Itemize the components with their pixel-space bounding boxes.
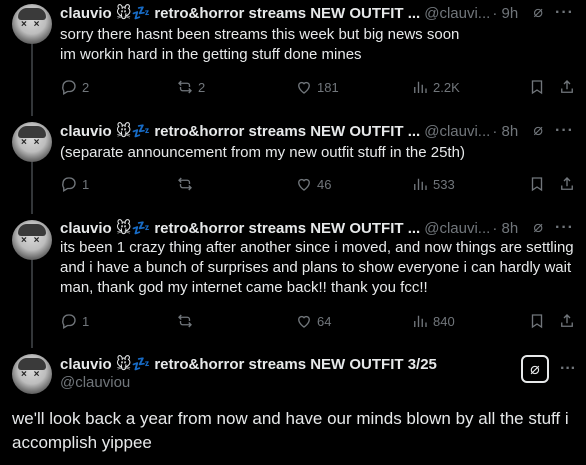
views-button[interactable]: 533 — [411, 175, 455, 193]
display-name[interactable]: clauvio 🐭💤 retro&horror streams NEW OUTF… — [60, 122, 420, 140]
more-icon[interactable]: ··· — [555, 121, 574, 141]
view-count: 2.2K — [433, 79, 460, 95]
timestamp[interactable]: · 9h — [492, 5, 518, 22]
more-icon[interactable]: ··· — [560, 360, 576, 378]
user-handle[interactable]: @clauvi... — [424, 220, 490, 237]
user-handle[interactable]: @clauvi... — [424, 123, 490, 140]
share-button[interactable] — [558, 78, 576, 96]
tweet-text: sorry there hasnt been streams this week… — [60, 26, 460, 63]
repost-icon — [178, 80, 192, 94]
reply-icon — [62, 314, 76, 329]
views-icon — [414, 315, 427, 327]
timestamp[interactable]: · 8h — [492, 123, 518, 140]
share-icon — [561, 177, 573, 190]
like-icon — [298, 81, 310, 94]
display-name[interactable]: clauvio 🐭💤 retro&horror streams NEW OUTF… — [60, 4, 420, 22]
reply-count: 1 — [82, 313, 90, 329]
views-button[interactable]: 840 — [411, 312, 455, 330]
reply-count: 1 — [82, 176, 90, 192]
grok-icon[interactable]: ⌀ — [521, 355, 549, 383]
views-icon — [414, 81, 427, 93]
bookmark-icon — [531, 177, 543, 192]
user-handle[interactable]: @clauviou — [60, 374, 130, 391]
tweet[interactable]: clauvio 🐭💤 retro&horror streams NEW OUTF… — [0, 216, 586, 346]
repost-button[interactable] — [176, 175, 198, 193]
grok-icon[interactable]: ⌀ — [533, 218, 543, 238]
reply-button[interactable]: 2 — [60, 78, 89, 96]
avatar[interactable] — [12, 122, 52, 162]
like-count: 181 — [317, 79, 339, 95]
like-count: 64 — [317, 313, 332, 329]
like-button[interactable]: 46 — [295, 175, 331, 193]
display-name[interactable]: clauvio 🐭💤 retro&horror streams NEW OUTF… — [60, 219, 420, 237]
reply-icon — [62, 80, 76, 95]
view-count: 840 — [433, 313, 455, 329]
timestamp[interactable]: · 8h — [492, 220, 518, 237]
grok-icon[interactable]: ⌀ — [533, 3, 543, 23]
share-icon — [561, 314, 573, 327]
like-button[interactable]: 181 — [295, 78, 339, 96]
avatar[interactable] — [12, 220, 52, 260]
repost-icon — [178, 177, 192, 191]
tweet-header: clauvio 🐭💤 retro&horror streams NEW OUTF… — [60, 218, 574, 238]
share-button[interactable] — [558, 175, 576, 193]
tweet[interactable]: clauvio 🐭💤 retro&horror streams NEW OUTF… — [0, 0, 586, 110]
bookmark-icon — [531, 314, 543, 329]
tweet-text: its been 1 crazy thing after another sin… — [60, 239, 574, 296]
view-count: 533 — [433, 176, 455, 192]
repost-icon — [178, 314, 192, 328]
repost-button[interactable]: 2 — [176, 78, 205, 96]
reply-count: 2 — [82, 79, 90, 95]
display-name[interactable]: clauvio 🐭💤 retro&horror streams NEW OUTF… — [60, 355, 437, 373]
tweet-header: clauvio 🐭💤 retro&horror streams NEW OUTF… — [60, 121, 574, 141]
user-handle[interactable]: @clauvi... — [424, 5, 490, 22]
like-icon — [298, 315, 310, 328]
views-button[interactable]: 2.2K — [411, 78, 460, 96]
grok-icon[interactable]: ⌀ — [533, 121, 543, 141]
repost-count: 2 — [198, 79, 206, 95]
like-button[interactable]: 64 — [295, 312, 331, 330]
like-icon — [298, 178, 310, 191]
share-icon — [561, 80, 573, 93]
bookmark-button[interactable] — [528, 175, 546, 193]
share-button[interactable] — [558, 312, 576, 330]
more-icon[interactable]: ··· — [555, 218, 574, 238]
avatar[interactable] — [12, 4, 52, 44]
avatar[interactable] — [12, 354, 52, 394]
tweet-text: (separate announcement from my new outfi… — [60, 144, 465, 161]
reply-icon — [62, 177, 76, 192]
bookmark-button[interactable] — [528, 78, 546, 96]
like-count: 46 — [317, 176, 332, 192]
tweet-actions: 1 64 840 — [60, 312, 574, 332]
tweet-text: we'll look back a year from now and have… — [12, 409, 569, 452]
bookmark-button[interactable] — [528, 312, 546, 330]
bookmark-icon — [531, 80, 543, 95]
reply-button[interactable]: 1 — [60, 312, 89, 330]
tweet-header: clauvio 🐭💤 retro&horror streams NEW OUTF… — [60, 3, 574, 23]
tweet-actions: 2 2 181 2.2K — [60, 78, 574, 98]
views-icon — [414, 178, 427, 190]
tweet[interactable]: clauvio 🐭💤 retro&horror streams NEW OUTF… — [0, 118, 586, 208]
repost-button[interactable] — [176, 312, 198, 330]
tweet-actions: 1 46 533 — [60, 175, 574, 195]
reply-button[interactable]: 1 — [60, 175, 89, 193]
more-icon[interactable]: ··· — [555, 3, 574, 23]
